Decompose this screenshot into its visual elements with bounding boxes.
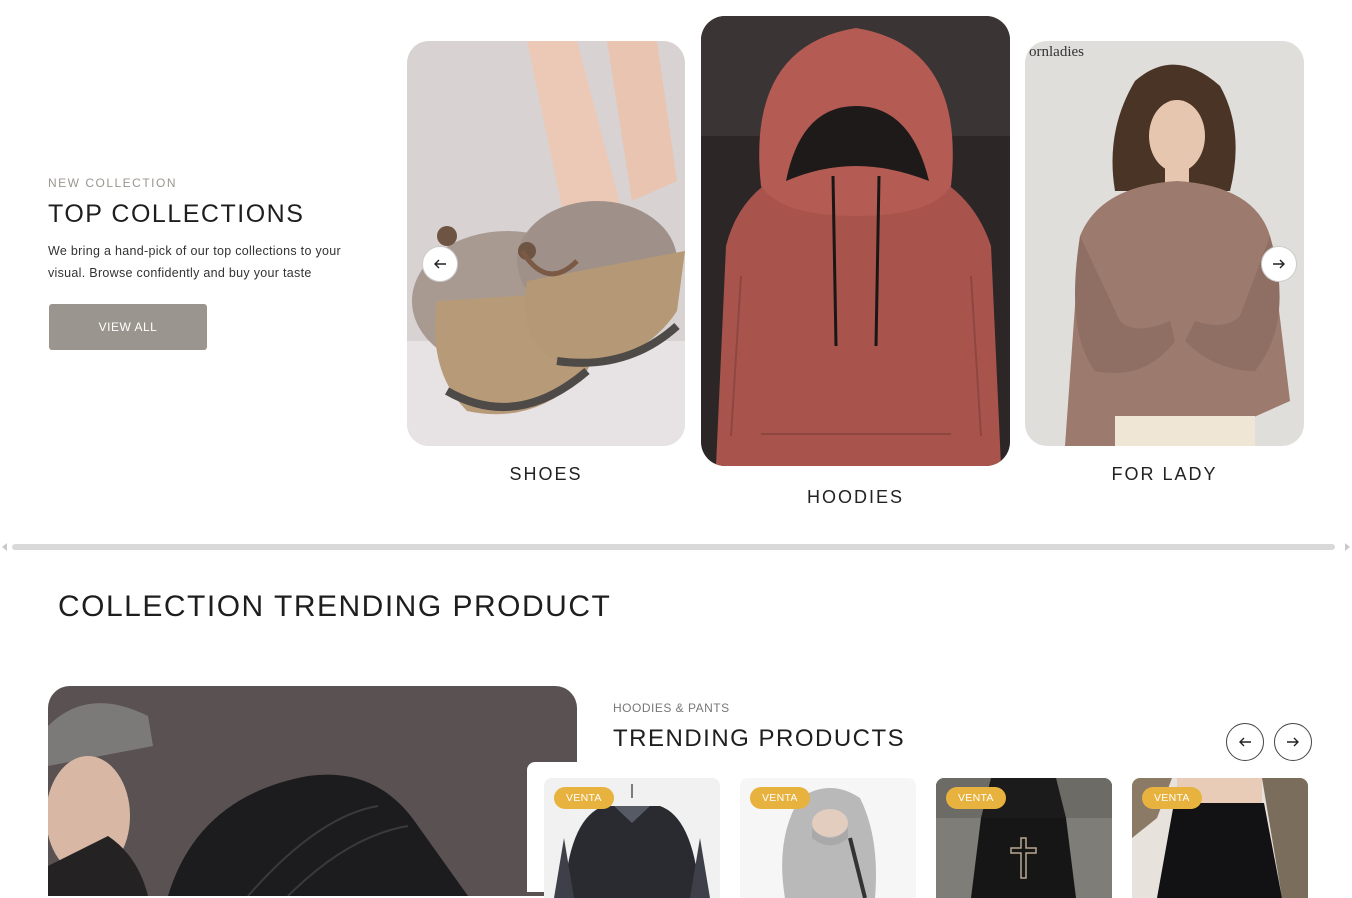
collections-description: We bring a hand-pick of our top collecti… [48,244,341,280]
trending-banner[interactable] [48,686,577,896]
scrollbar-right-arrow[interactable] [1345,543,1350,551]
sale-badge: VENTA [946,787,1006,809]
product-card[interactable]: VENTA [936,778,1112,898]
sale-badge: VENTA [750,787,810,809]
collection-eyebrow: NEW COLLECTION [48,176,178,190]
trending-next-button[interactable] [1274,723,1312,761]
banner-image [48,686,577,896]
collection-label-hoodies[interactable]: HOODIES [701,487,1010,508]
view-all-button[interactable]: VIEW ALL [49,304,207,350]
sale-badge: VENTA [554,787,614,809]
for-lady-image [1025,41,1304,446]
carousel-prev-button[interactable] [422,246,458,282]
product-card[interactable]: VENTA [1132,778,1308,898]
collection-label-for-lady[interactable]: FOR LADY [1025,464,1304,485]
image-watermark: ornladies [1029,44,1084,60]
arrow-left-icon [1239,737,1251,747]
trending-prev-button[interactable] [1226,723,1264,761]
scrollbar-left-arrow[interactable] [2,543,7,551]
arrow-right-icon [1273,259,1285,269]
collection-label-shoes[interactable]: SHOES [407,464,685,485]
product-card[interactable]: VENTA [740,778,916,898]
shoes-image [407,41,685,446]
trending-section-title: COLLECTION TRENDING PRODUCT [58,590,612,623]
collection-card-shoes[interactable] [407,41,685,446]
carousel-next-button[interactable] [1261,246,1297,282]
horizontal-scrollbar[interactable] [12,544,1335,550]
collections-title: TOP COLLECTIONS [48,200,305,228]
hoodies-image [701,16,1010,466]
sale-badge: VENTA [1142,787,1202,809]
trending-products-title: TRENDING PRODUCTS [613,725,906,752]
product-card[interactable]: VENTA [544,778,720,898]
arrow-left-icon [434,259,446,269]
collection-card-hoodies[interactable] [701,16,1010,466]
trending-eyebrow: HOODIES & PANTS [613,701,730,715]
collection-card-for-lady[interactable] [1025,41,1304,446]
arrow-right-icon [1287,737,1299,747]
